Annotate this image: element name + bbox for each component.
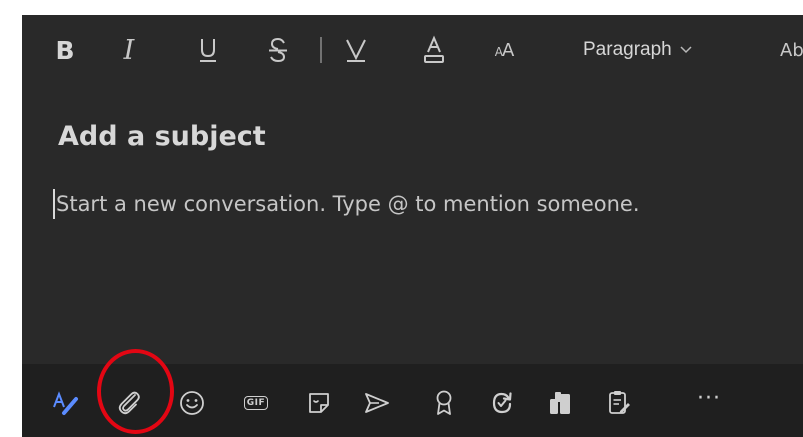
emoji-button[interactable]	[175, 386, 209, 420]
text-caret	[53, 189, 55, 219]
forms-icon	[609, 391, 630, 414]
bold-icon: B	[55, 35, 75, 65]
teams-compose-window: B I AA Paragraph Ab Add a subject Start …	[0, 0, 803, 437]
gif-button[interactable]: GIF	[239, 386, 273, 420]
format-icon	[53, 391, 78, 415]
more-options-button[interactable]: ···	[692, 386, 726, 420]
attach-icon	[118, 391, 140, 415]
chevron-down-icon	[680, 46, 692, 54]
approvals-button[interactable]	[543, 386, 577, 420]
praise-button[interactable]	[427, 386, 461, 420]
loop-icon	[492, 392, 512, 414]
loop-button[interactable]	[485, 386, 519, 420]
font-color-button[interactable]	[420, 33, 448, 67]
compose-actions-bar: GIF ···	[22, 364, 803, 437]
underline-icon	[200, 39, 216, 62]
left-margin	[0, 0, 22, 437]
praise-icon	[436, 390, 452, 415]
strikethrough-icon	[269, 37, 287, 63]
font-size-icon: AA	[494, 39, 515, 61]
message-input[interactable]: Start a new conversation. Type @ to ment…	[53, 187, 640, 221]
sticker-icon	[309, 393, 329, 413]
top-margin	[0, 0, 803, 15]
toolbar-divider	[316, 33, 326, 67]
format-button[interactable]	[49, 386, 83, 420]
underline-button[interactable]	[194, 33, 222, 67]
format-painter-button[interactable]: Ab	[780, 33, 803, 67]
format-toolbar: B I AA Paragraph Ab	[22, 15, 803, 87]
attach-button[interactable]	[112, 386, 146, 420]
message-placeholder: Start a new conversation. Type @ to ment…	[56, 192, 640, 216]
subject-input[interactable]: Add a subject	[58, 121, 266, 152]
format-painter-icon: Ab	[780, 39, 803, 61]
emoji-icon	[180, 391, 204, 415]
italic-button[interactable]: I	[114, 33, 144, 67]
highlight-icon	[346, 39, 366, 62]
italic-icon: I	[123, 34, 135, 66]
font-size-button[interactable]: AA	[488, 33, 520, 67]
paragraph-select[interactable]: Paragraph	[583, 33, 692, 67]
compose-box: B I AA Paragraph Ab Add a subject Start …	[22, 15, 803, 364]
meet-now-icon	[365, 393, 389, 413]
font-color-icon	[424, 35, 444, 63]
more-options-icon: ···	[697, 386, 721, 411]
forms-button[interactable]	[602, 386, 636, 420]
strikethrough-button[interactable]	[264, 33, 292, 67]
sticker-button[interactable]	[302, 386, 336, 420]
approvals-icon	[550, 392, 570, 414]
highlight-button[interactable]	[342, 33, 370, 67]
bold-button[interactable]: B	[52, 33, 78, 67]
paragraph-select-value: Paragraph	[583, 39, 672, 60]
gif-icon: GIF	[243, 396, 269, 410]
meet-now-button[interactable]	[360, 386, 394, 420]
